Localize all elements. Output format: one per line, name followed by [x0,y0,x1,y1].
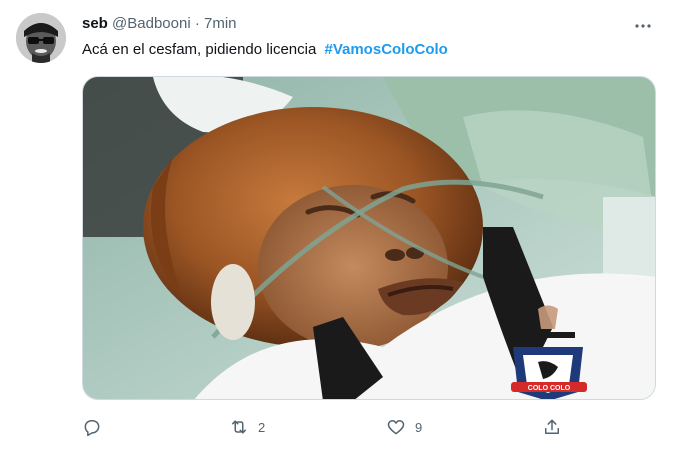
tweet-media-image[interactable]: COLO COLO [82,76,656,400]
tweet-body: Acá en el cesfam, pidiendo licencia [82,41,317,58]
action-bar: 2 9 [82,412,656,442]
timestamp[interactable]: 7min [204,15,237,32]
share-icon [545,419,559,434]
reply-button[interactable] [82,412,111,442]
share-button[interactable] [542,412,571,442]
tweet-card[interactable]: seb @Badbooni · 7min Acá en el cesfam, p… [0,0,674,450]
user-handle[interactable]: @Badbooni [112,15,191,32]
avatar[interactable] [16,13,66,63]
hashtag-link[interactable]: #VamosColoColo [324,41,447,58]
reply-icon [84,420,100,437]
more-options-button[interactable] [630,13,656,39]
orangutan-photo: COLO COLO [83,77,655,399]
retweet-count: 2 [258,419,266,435]
tweet-header: seb @Badbooni · 7min [82,14,237,34]
heart-icon [387,420,405,435]
display-name[interactable]: seb [82,15,108,32]
badge-text: COLO COLO [528,385,571,392]
tweet-text: Acá en el cesfam, pidiendo licencia #Vam… [82,40,448,60]
avatar-image [16,13,66,63]
like-button[interactable]: 9 [386,412,422,442]
separator-dot: · [194,15,200,32]
retweet-icon [232,420,246,434]
like-count: 9 [415,419,423,435]
retweet-button[interactable]: 2 [229,412,265,442]
more-dots-icon [635,24,651,28]
